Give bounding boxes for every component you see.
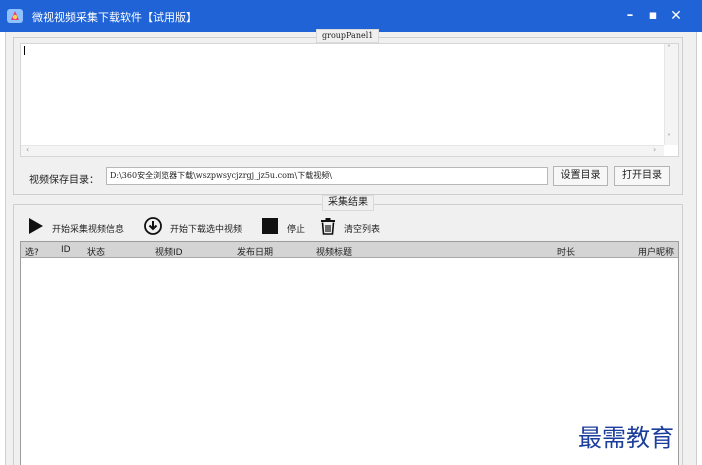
window-title: 微视视频采集下载软件【试用版】 bbox=[32, 11, 197, 24]
column-header-status[interactable]: 状态 bbox=[87, 245, 105, 258]
scroll-right-arrow-icon[interactable]: › bbox=[653, 145, 656, 155]
title-bar[interactable]: 微视视频采集下载软件【试用版】 – ▪ ✕ bbox=[0, 0, 702, 32]
scroll-down-arrow-icon[interactable]: ˅ bbox=[667, 133, 671, 143]
download-circle-icon[interactable] bbox=[144, 217, 162, 235]
open-dir-button[interactable]: 打开目录 bbox=[614, 166, 670, 186]
main-window: 微视视频采集下载软件【试用版】 – ▪ ✕ groupPanel1 ˄ ˅ ‹ … bbox=[0, 0, 702, 465]
column-header-select[interactable]: 选? bbox=[25, 245, 39, 258]
maximize-button[interactable]: ▪ bbox=[643, 6, 663, 26]
save-dir-input[interactable]: D:\360安全浏览器下载\wszpwsycjzrgj_jz5u.com\下载视… bbox=[106, 167, 548, 185]
column-header-video-id[interactable]: 视频ID bbox=[155, 245, 183, 258]
app-logo-icon bbox=[7, 9, 23, 23]
play-icon[interactable] bbox=[27, 217, 45, 235]
clear-list-button[interactable]: 清空列表 bbox=[344, 222, 380, 235]
minimize-button[interactable]: – bbox=[620, 6, 640, 26]
column-header-publish-date[interactable]: 发布日期 bbox=[237, 245, 273, 258]
horizontal-scrollbar[interactable] bbox=[21, 145, 664, 156]
stop-button[interactable]: 停止 bbox=[287, 222, 305, 235]
watermark-text: 最需教育 bbox=[578, 424, 674, 452]
save-dir-label: 视频保存目录： bbox=[29, 175, 99, 186]
vertical-scrollbar[interactable] bbox=[664, 44, 678, 145]
group-panel-1-caption: groupPanel1 bbox=[316, 29, 380, 43]
start-collect-button[interactable]: 开始采集视频信息 bbox=[52, 222, 124, 235]
scroll-left-arrow-icon[interactable]: ‹ bbox=[26, 145, 29, 155]
set-dir-button[interactable]: 设置目录 bbox=[553, 166, 608, 186]
results-group-caption: 采集结果 bbox=[322, 195, 374, 211]
log-textarea[interactable] bbox=[20, 43, 679, 157]
column-header-user-nickname[interactable]: 用户昵称 bbox=[638, 245, 674, 258]
start-download-button[interactable]: 开始下载选中视频 bbox=[170, 222, 242, 235]
stop-square-icon[interactable] bbox=[261, 217, 279, 235]
column-header-video-title[interactable]: 视频标题 bbox=[316, 245, 352, 258]
text-caret bbox=[24, 46, 25, 55]
column-header-duration[interactable]: 时长 bbox=[557, 245, 575, 258]
close-button[interactable]: ✕ bbox=[666, 6, 686, 26]
column-header-id[interactable]: ID bbox=[61, 245, 71, 255]
scroll-up-arrow-icon[interactable]: ˄ bbox=[667, 44, 671, 54]
trash-icon[interactable] bbox=[320, 217, 336, 235]
